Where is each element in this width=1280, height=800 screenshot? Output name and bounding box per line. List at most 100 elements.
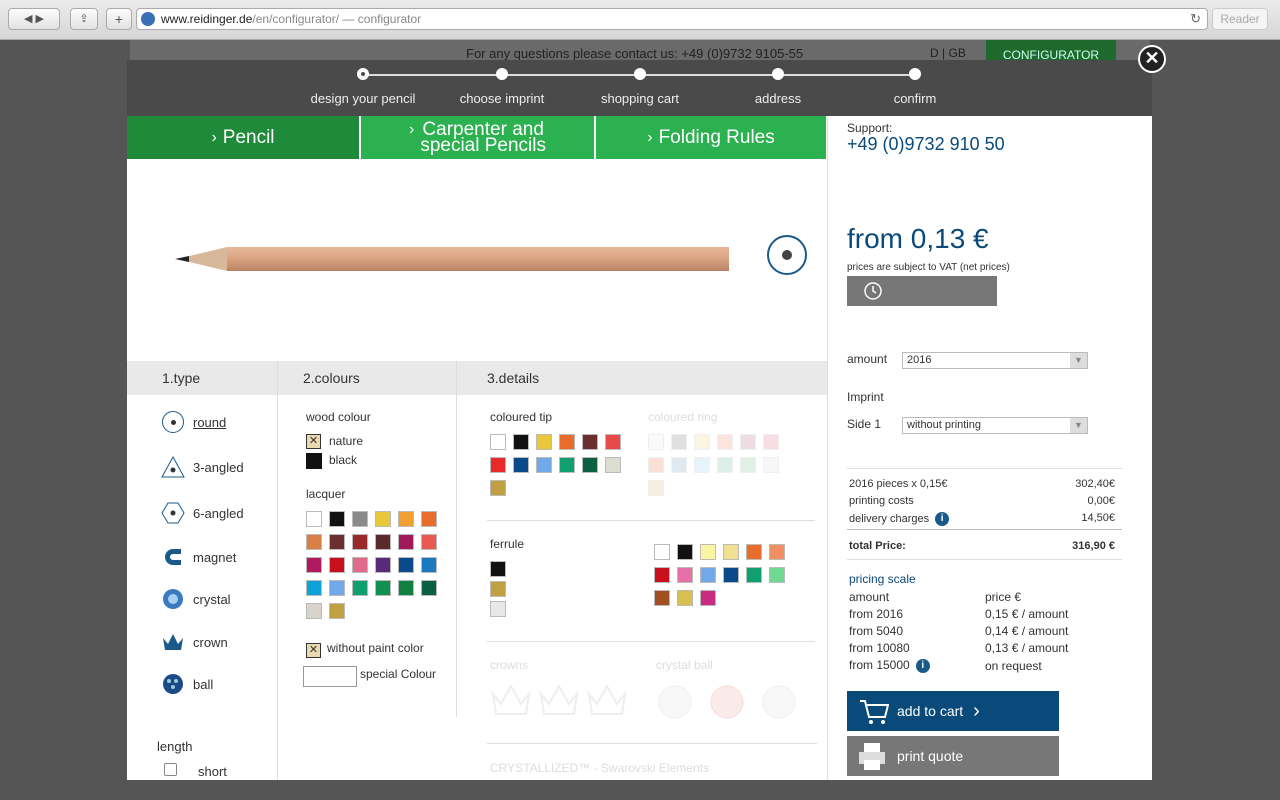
colour-swatch[interactable]: [490, 601, 506, 617]
crystal-ball-option-image[interactable]: [705, 680, 749, 720]
new-tab-button[interactable]: +: [106, 8, 132, 30]
colour-swatch[interactable]: [654, 544, 670, 560]
colour-swatch[interactable]: [746, 544, 762, 560]
type-6-angled[interactable]: 6-angled: [161, 501, 244, 525]
colour-swatch[interactable]: [717, 457, 733, 473]
support-phone[interactable]: +49 (0)9732 910 50: [847, 134, 1005, 155]
colour-swatch[interactable]: [700, 590, 716, 606]
lang-gb[interactable]: GB: [948, 46, 965, 60]
reload-icon[interactable]: ↻: [1190, 9, 1201, 29]
colour-swatch[interactable]: [513, 457, 529, 473]
colour-swatch[interactable]: [398, 534, 414, 550]
colour-swatch[interactable]: [746, 567, 762, 583]
type-round[interactable]: round: [161, 410, 226, 434]
crown-option-image[interactable]: [585, 680, 629, 720]
language-switch[interactable]: D | GB: [930, 46, 966, 60]
type-3-angled[interactable]: 3-angled: [161, 455, 244, 479]
wood-black-swatch[interactable]: [306, 453, 322, 469]
colour-swatch[interactable]: [329, 534, 345, 550]
length-short-checkbox[interactable]: [164, 763, 177, 776]
colour-swatch[interactable]: [648, 480, 664, 496]
type-crown[interactable]: crown: [161, 630, 228, 654]
tab-pencil[interactable]: › Pencil: [127, 116, 360, 159]
colour-swatch[interactable]: [677, 544, 693, 560]
colour-swatch[interactable]: [654, 590, 670, 606]
colour-swatch[interactable]: [490, 561, 506, 577]
colour-swatch[interactable]: [763, 434, 779, 450]
colour-swatch[interactable]: [769, 567, 785, 583]
colour-swatch[interactable]: [513, 434, 529, 450]
side-select[interactable]: without printing ▼: [902, 417, 1088, 434]
colour-swatch[interactable]: [306, 580, 322, 596]
colour-swatch[interactable]: [605, 457, 621, 473]
colour-swatch[interactable]: [769, 544, 785, 560]
colour-swatch[interactable]: [723, 544, 739, 560]
back-forward-buttons[interactable]: ◀ ▶: [8, 8, 60, 30]
colour-swatch[interactable]: [605, 434, 621, 450]
crystal-ball-option-image[interactable]: [653, 680, 697, 720]
colour-swatch[interactable]: [490, 434, 506, 450]
colour-swatch[interactable]: [306, 534, 322, 550]
crystal-ball-option-image[interactable]: [757, 680, 801, 720]
crown-option-image[interactable]: [537, 680, 581, 720]
colour-swatch[interactable]: [352, 557, 368, 573]
step-cart[interactable]: shopping cart: [570, 68, 710, 106]
step-confirm[interactable]: confirm: [845, 68, 985, 106]
special-colour-input[interactable]: [303, 666, 357, 687]
print-quote-button[interactable]: print quote: [847, 736, 1059, 776]
colour-swatch[interactable]: [677, 567, 693, 583]
step-imprint[interactable]: choose imprint: [432, 68, 572, 106]
close-icon[interactable]: ✕: [1138, 45, 1166, 73]
colour-swatch[interactable]: [398, 580, 414, 596]
crown-option-image[interactable]: [489, 680, 533, 720]
step-address[interactable]: address: [708, 68, 848, 106]
wood-nature-swatch[interactable]: ✕: [306, 434, 321, 449]
colour-swatch[interactable]: [671, 457, 687, 473]
colour-swatch[interactable]: [536, 434, 552, 450]
url-bar[interactable]: www.reidinger.de/en/configurator/ — conf…: [136, 8, 1208, 30]
colour-swatch[interactable]: [700, 567, 716, 583]
colour-swatch[interactable]: [375, 534, 391, 550]
colour-swatch[interactable]: [559, 457, 575, 473]
colour-swatch[interactable]: [648, 434, 664, 450]
colour-swatch[interactable]: [375, 511, 391, 527]
colour-swatch[interactable]: [694, 457, 710, 473]
colour-swatch[interactable]: [421, 511, 437, 527]
colour-swatch[interactable]: [723, 567, 739, 583]
colour-swatch[interactable]: [763, 457, 779, 473]
rotate-view-button[interactable]: [767, 235, 807, 275]
colour-swatch[interactable]: [717, 434, 733, 450]
colour-swatch[interactable]: [700, 544, 716, 560]
colour-swatch[interactable]: [329, 557, 345, 573]
colour-swatch[interactable]: [352, 511, 368, 527]
colour-swatch[interactable]: [677, 590, 693, 606]
add-to-cart-button[interactable]: add to cart ›: [847, 691, 1059, 731]
colour-swatch[interactable]: [740, 457, 756, 473]
lang-d[interactable]: D: [930, 46, 939, 60]
colour-swatch[interactable]: [536, 457, 552, 473]
colour-swatch[interactable]: [306, 603, 322, 619]
colour-swatch[interactable]: [490, 480, 506, 496]
colour-swatch[interactable]: [398, 557, 414, 573]
colour-swatch[interactable]: [740, 434, 756, 450]
colour-swatch[interactable]: [375, 580, 391, 596]
type-ball[interactable]: ball: [161, 672, 213, 696]
colour-swatch[interactable]: [352, 580, 368, 596]
type-magnet[interactable]: magnet: [161, 545, 236, 569]
colour-swatch[interactable]: [306, 557, 322, 573]
type-crystal[interactable]: crystal: [161, 587, 231, 611]
background-configurator-button[interactable]: CONFIGURATOR: [986, 40, 1116, 60]
colour-swatch[interactable]: [582, 457, 598, 473]
colour-swatch[interactable]: [694, 434, 710, 450]
colour-swatch[interactable]: [490, 581, 506, 597]
colour-swatch[interactable]: [329, 580, 345, 596]
share-button[interactable]: ⇪: [70, 8, 98, 30]
colour-swatch[interactable]: [582, 434, 598, 450]
colour-swatch[interactable]: [421, 534, 437, 550]
colour-swatch[interactable]: [398, 511, 414, 527]
tab-folding-rules[interactable]: › Folding Rules: [596, 116, 827, 159]
colour-swatch[interactable]: [421, 580, 437, 596]
colour-swatch[interactable]: [421, 557, 437, 573]
colour-swatch[interactable]: [648, 457, 664, 473]
colour-swatch[interactable]: [375, 557, 391, 573]
